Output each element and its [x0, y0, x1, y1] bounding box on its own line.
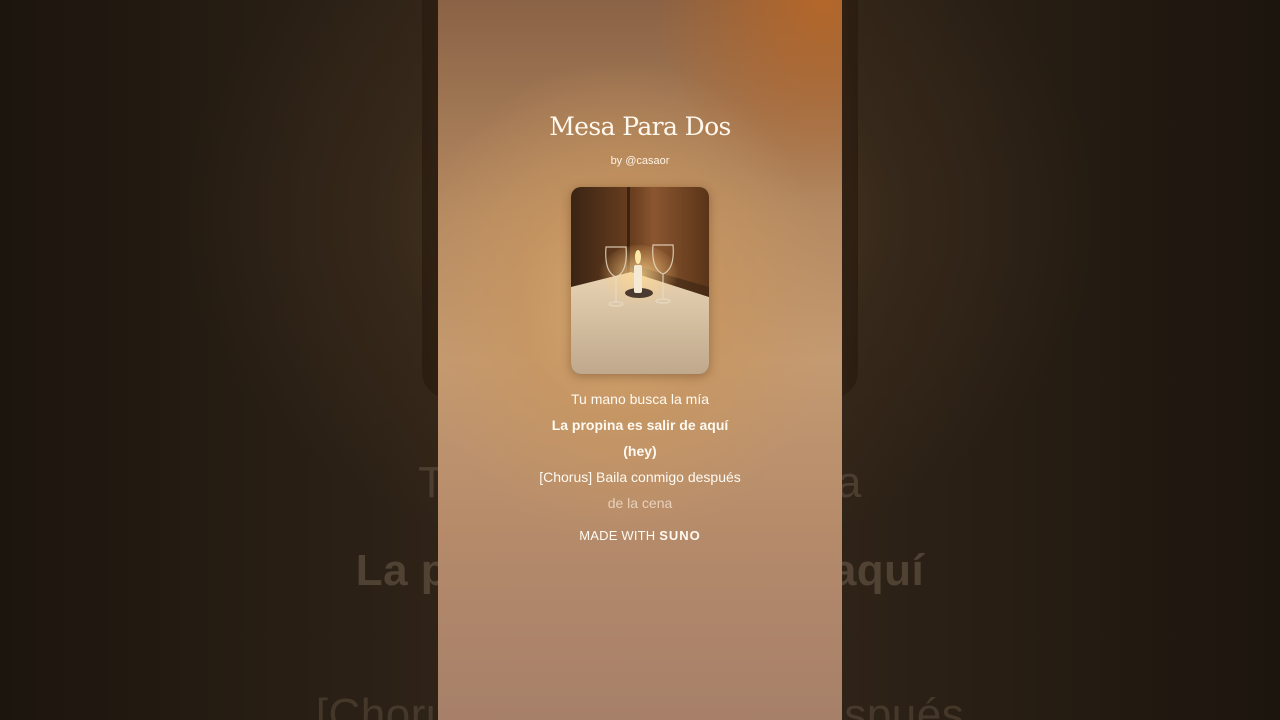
candlelit-table-image: [571, 187, 709, 374]
song-title: Mesa Para Dos: [549, 112, 731, 141]
made-with-prefix: MADE WITH: [579, 528, 656, 543]
suno-logo: SUNO: [659, 528, 701, 543]
lyric-line-5: de la cena: [607, 495, 673, 511]
lyrics-panel: Tu mano busca la mía La propina es salir…: [438, 388, 842, 518]
video-frame: Mesa Para Dos by @casaor Tu mano busca l…: [438, 0, 842, 720]
song-byline: by @casaor: [610, 155, 670, 167]
cover-art: [571, 187, 709, 374]
lyric-line-current: La propina es salir de aquí: [551, 417, 729, 433]
made-with-badge: MADE WITH SUNO: [438, 528, 842, 543]
lyric-line-1: Tu mano busca la mía: [571, 391, 709, 407]
lyric-line-current-cont: (hey): [623, 443, 657, 459]
lyric-line-4: [Chorus] Baila conmigo después: [539, 469, 741, 485]
